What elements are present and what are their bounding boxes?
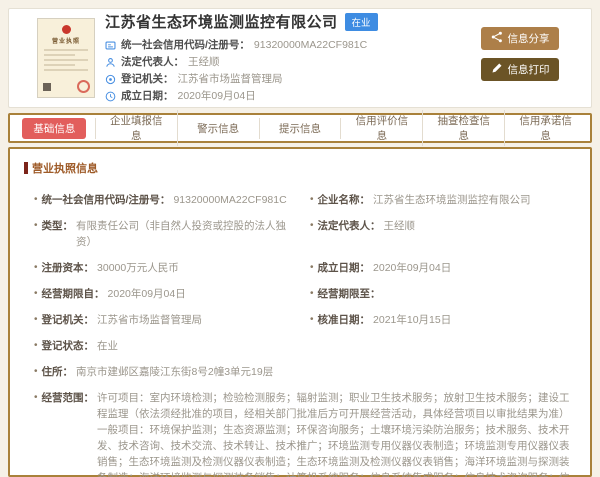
info-share-button[interactable]: 信息分享: [481, 27, 559, 50]
national-emblem-icon: [62, 25, 71, 34]
header-field-value: 王经顺: [188, 54, 220, 71]
license-field-11: 住所：南京市建邺区嘉陵江东街8号2幢3单元19层: [34, 364, 576, 380]
tab-label: 抽查检查信息: [423, 110, 504, 146]
license-field-value: 有限责任公司（非自然人投资或控股的法人独资）: [76, 218, 300, 250]
tab-bar: 基础信息企业填报信息警示信息提示信息信用评价信息抽查检查信息信用承诺信息: [8, 113, 592, 143]
license-field-label: 成立日期：: [318, 260, 371, 276]
main-content-box: 营业执照信息 统一社会信用代码/注册号：91320000MA22CF981C 企业…: [8, 147, 592, 477]
license-field-label: 统一社会信用代码/注册号：: [42, 192, 171, 208]
license-thumb-title: 营业执照: [38, 36, 94, 45]
tab-label: 企业填报信息: [96, 110, 177, 146]
section-marker-bar: [24, 162, 28, 174]
license-field-label: 企业名称：: [318, 192, 371, 208]
license-field-1: 企业名称：江苏省生态环境监测监控有限公司: [310, 192, 576, 208]
header-field-value: 91320000MA22CF981C: [254, 37, 367, 54]
header-field-label: 统一社会信用代码/注册号：: [121, 37, 250, 54]
license-field-label: 注册资本：: [42, 260, 95, 276]
tab-label: 提示信息: [268, 118, 332, 139]
license-field-value: 2020年09月04日: [373, 260, 451, 276]
header-field-0: 统一社会信用代码/注册号：91320000MA22CF981C: [105, 37, 481, 54]
license-field-value: 2020年09月04日: [108, 286, 186, 302]
id-card-icon: [105, 40, 117, 52]
license-qr-mark: [43, 83, 51, 91]
license-field-label: 核准日期：: [318, 312, 371, 328]
license-thumb-lines: [44, 49, 88, 71]
license-field-label: 经营期限至：: [318, 286, 381, 302]
header-field-1: 法定代表人：王经顺: [105, 54, 481, 71]
info-print-button[interactable]: 信息打印: [481, 58, 559, 81]
header-buttons: 信息分享 信息打印: [481, 27, 559, 81]
license-field-label: 登记机关：: [42, 312, 95, 328]
license-field-label: 登记状态：: [42, 338, 95, 354]
info-share-label: 信息分享: [508, 31, 550, 46]
license-field-value: 江苏省市场监督管理局: [97, 312, 202, 328]
license-field-label: 经营期限自：: [42, 286, 105, 302]
license-field-12: 经营范围：许可项目：室内环境检测；检验检测服务；辐射监测；职业卫生技术服务；放射…: [34, 390, 576, 477]
tab-2[interactable]: 警示信息: [178, 118, 260, 139]
license-field-2: 类型：有限责任公司（非自然人投资或控股的法人独资）: [34, 218, 300, 250]
header-field-2: 登记机关：江苏省市场监督管理局: [105, 71, 481, 88]
tab-5[interactable]: 抽查检查信息: [423, 110, 505, 146]
license-field-value: 91320000MA22CF981C: [173, 192, 286, 208]
license-section-title: 营业执照信息: [32, 160, 98, 176]
header-fields: 统一社会信用代码/注册号：91320000MA22CF981C法定代表人：王经顺…: [105, 37, 481, 105]
company-header-card: 营业执照 江苏省生态环境监测监控有限公司 在业 统一社会信用代码/注册号：913…: [8, 8, 592, 108]
license-field-value: 在业: [97, 338, 118, 354]
person-icon: [105, 57, 117, 69]
license-field-4: 注册资本：30000万元人民币: [34, 260, 300, 276]
license-field-value: 2021年10月15日: [373, 312, 451, 328]
license-field-label: 经营范围：: [42, 390, 95, 477]
tab-6[interactable]: 信用承诺信息: [505, 110, 586, 146]
license-fields-grid: 统一社会信用代码/注册号：91320000MA22CF981C 企业名称：江苏省生…: [34, 192, 576, 477]
red-seal-icon: [77, 80, 90, 93]
company-name: 江苏省生态环境监测监控有限公司: [105, 11, 338, 32]
license-field-10: 登记状态：在业: [34, 338, 576, 354]
license-field-7: 经营期限至：: [310, 286, 576, 302]
license-field-6: 经营期限自：2020年09月04日: [34, 286, 300, 302]
tab-label: 信用承诺信息: [505, 110, 586, 146]
header-field-label: 法定代表人：: [121, 54, 184, 71]
license-field-value: 30000万元人民币: [97, 260, 179, 276]
tab-label: 警示信息: [186, 118, 250, 139]
license-field-8: 登记机关：江苏省市场监督管理局: [34, 312, 300, 328]
license-field-value: 王经顺: [384, 218, 416, 250]
tab-label: 基础信息: [22, 118, 86, 139]
license-field-label: 住所：: [42, 364, 74, 380]
header-field-label: 成立日期：: [121, 88, 174, 105]
license-field-0: 统一社会信用代码/注册号：91320000MA22CF981C: [34, 192, 300, 208]
pencil-icon: [491, 62, 503, 77]
license-field-3: 法定代表人：王经顺: [310, 218, 576, 250]
header-field-value: 2020年09月04日: [178, 88, 256, 105]
license-field-label: 法定代表人：: [318, 218, 381, 250]
header-field-3: 成立日期：2020年09月04日: [105, 88, 481, 105]
license-field-9: 核准日期：2021年10月15日: [310, 312, 576, 328]
location-icon: [105, 74, 117, 86]
tab-3[interactable]: 提示信息: [260, 118, 342, 139]
clock-icon: [105, 91, 117, 103]
license-section-header: 营业执照信息: [24, 160, 576, 176]
info-print-label: 信息打印: [508, 62, 550, 77]
license-field-value: 江苏省生态环境监测监控有限公司: [373, 192, 531, 208]
tab-0[interactable]: 基础信息: [14, 118, 96, 139]
share-icon: [491, 31, 503, 46]
tab-4[interactable]: 信用评价信息: [341, 110, 423, 146]
license-field-5: 成立日期：2020年09月04日: [310, 260, 576, 276]
business-license-thumbnail[interactable]: 营业执照: [37, 18, 95, 98]
header-field-value: 江苏省市场监督管理局: [178, 71, 283, 88]
license-field-label: 类型：: [42, 218, 74, 250]
tab-label: 信用评价信息: [341, 110, 422, 146]
header-field-label: 登记机关：: [121, 71, 174, 88]
status-badge: 在业: [345, 13, 378, 31]
license-field-value: 许可项目：室内环境检测；检验检测服务；辐射监测；职业卫生技术服务；放射卫生技术服…: [97, 390, 576, 477]
company-summary: 江苏省生态环境监测监控有限公司 在业 统一社会信用代码/注册号：91320000…: [105, 11, 481, 105]
tab-1[interactable]: 企业填报信息: [96, 110, 178, 146]
license-field-value: 南京市建邺区嘉陵江东街8号2幢3单元19层: [76, 364, 273, 380]
